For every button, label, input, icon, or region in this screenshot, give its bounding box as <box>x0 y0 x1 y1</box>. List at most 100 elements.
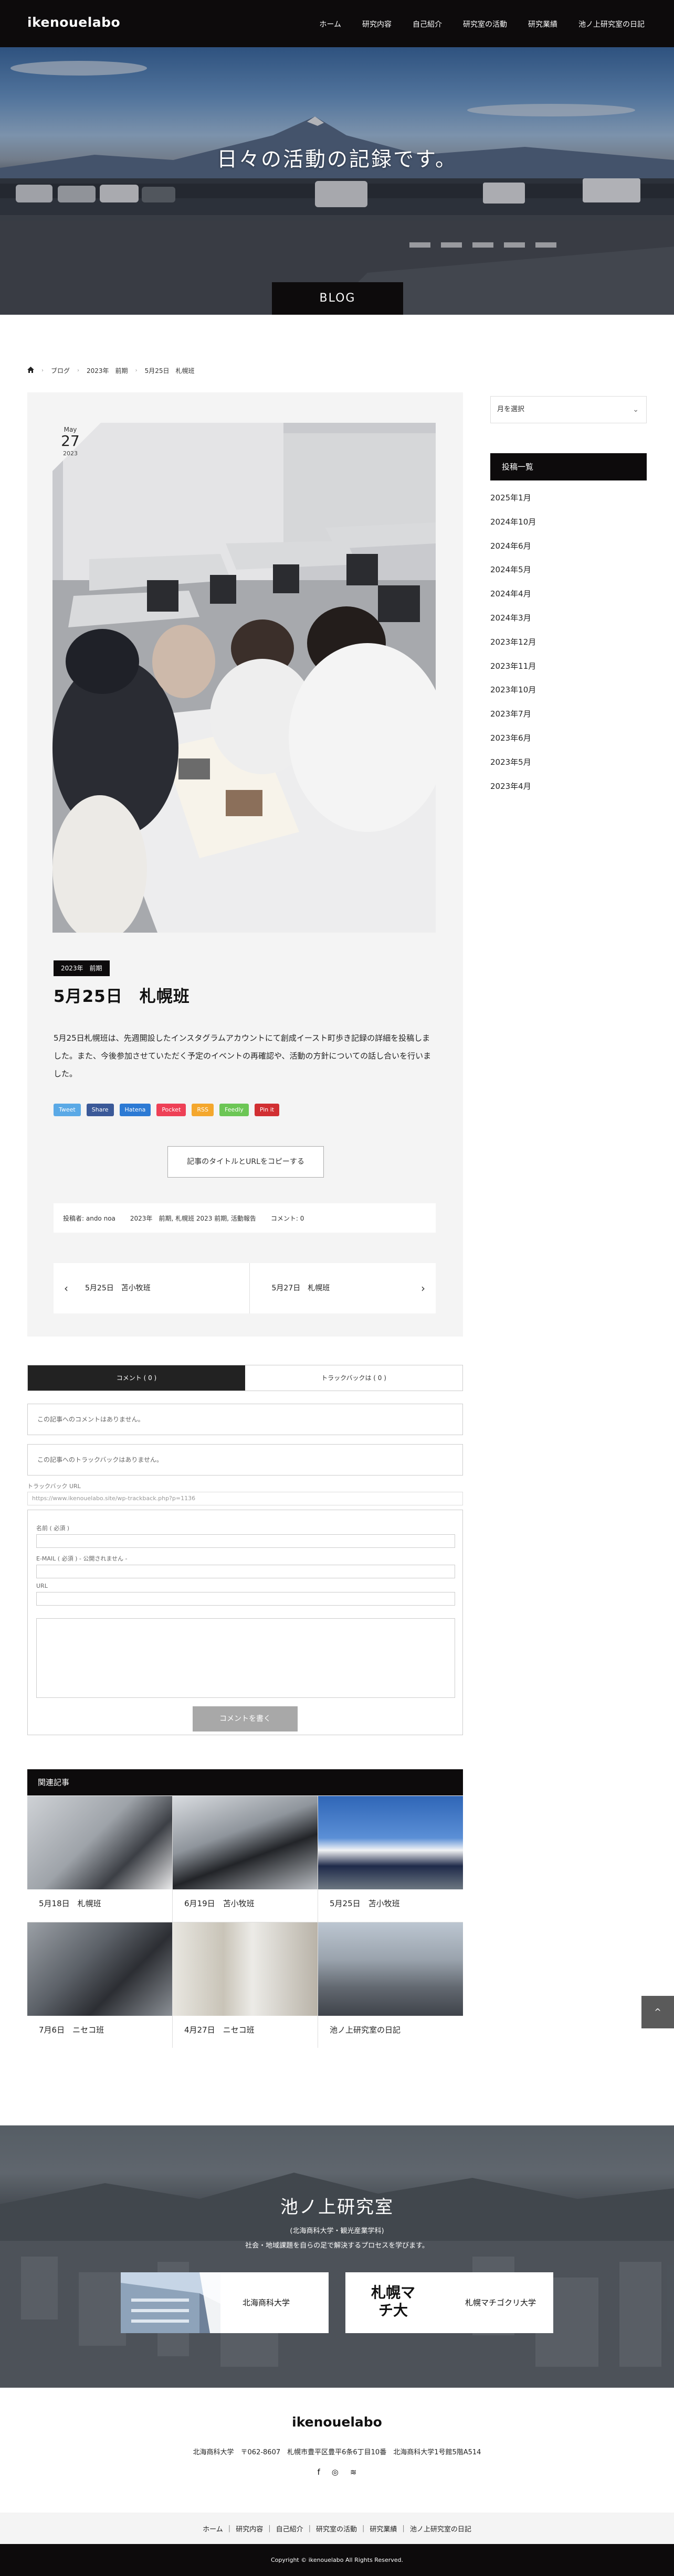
footer-nav-profile[interactable]: 自己紹介 <box>276 2524 303 2534</box>
hokkai-university-label: 北海商科大学 <box>243 2298 290 2307</box>
archive-item[interactable]: 2023年10月 <box>490 684 536 708</box>
breadcrumb-current: 5月25日 札幌班 <box>144 367 195 375</box>
hatena-button[interactable]: Hatena <box>119 1104 151 1116</box>
post-title: 5月25日 札幌班 <box>54 987 190 1006</box>
feedly-button[interactable]: Feedly <box>219 1104 249 1116</box>
tab-trackbacks[interactable]: トラックバックは ( 0 ) <box>245 1365 462 1391</box>
footer-nav-achievements[interactable]: 研究業績 <box>370 2524 397 2534</box>
machi-university-link[interactable]: 札幌マチ大 札幌マチゴクリ大学 <box>345 2272 553 2333</box>
related-post-card[interactable]: 5月18日 札幌班 <box>27 1796 172 1922</box>
archive-item[interactable]: 2024年5月 <box>490 564 536 588</box>
related-post-card[interactable]: 6月19日 苫小牧班 <box>173 1796 318 1922</box>
chevron-right-icon: › <box>41 368 44 373</box>
comment-textarea[interactable] <box>36 1618 455 1698</box>
footer-nav-diary[interactable]: 池ノ上研究室の日記 <box>410 2524 471 2534</box>
related-post-title: 4月27日 ニセコ班 <box>184 2025 255 2035</box>
page-top-button[interactable]: ^ <box>641 1996 674 2028</box>
site-header: ikenouelabo ホーム 研究内容 自己紹介 研究室の活動 研究業績 池ノ… <box>0 0 674 47</box>
post-featured-image <box>52 423 436 933</box>
email-label: E-MAIL ( 必須 ) - 公開されません - <box>36 1555 128 1562</box>
copyright: Copyright © ikenouelabo All Rights Reser… <box>0 2544 674 2576</box>
breadcrumb-category[interactable]: 2023年 前期 <box>87 366 128 375</box>
email-input[interactable] <box>36 1565 455 1578</box>
archive-item[interactable]: 2024年10月 <box>490 516 536 540</box>
post-date-day: 27 <box>61 432 80 450</box>
archive-item[interactable]: 2023年7月 <box>490 708 536 732</box>
url-label: URL <box>36 1583 48 1589</box>
nav-profile[interactable]: 自己紹介 <box>413 19 442 29</box>
related-post-card[interactable]: 7月6日 ニセコ班 <box>27 1922 172 2048</box>
prev-post-link[interactable]: ‹ 5月25日 苫小牧班 <box>54 1263 250 1313</box>
post-navigation: ‹ 5月25日 苫小牧班 5月27日 札幌班 › <box>54 1263 436 1313</box>
related-posts-heading: 関連記事 <box>27 1769 463 1795</box>
nav-diary[interactable]: 池ノ上研究室の日記 <box>578 19 645 29</box>
tab-comments[interactable]: コメント ( 0 ) <box>28 1365 245 1391</box>
post-category-badge[interactable]: 2023年 前期 <box>54 960 110 976</box>
nav-research[interactable]: 研究内容 <box>362 19 392 29</box>
footer-logo[interactable]: ikenouelabo <box>0 2414 674 2430</box>
archive-item[interactable]: 2023年6月 <box>490 732 536 756</box>
comment-tabs: コメント ( 0 ) トラックバックは ( 0 ) <box>27 1365 463 1391</box>
hero-banner: 日々の活動の記録です。 BLOG <box>0 47 674 315</box>
post-date-year: 2023 <box>63 450 78 457</box>
post-author[interactable]: 投稿者: ando noa <box>63 1214 115 1223</box>
footer-nav-activities[interactable]: 研究室の活動 <box>316 2524 357 2534</box>
nav-home[interactable]: ホーム <box>319 19 341 29</box>
comment-form: 名前 ( 必須 ) E-MAIL ( 必須 ) - 公開されません - URL … <box>27 1510 463 1735</box>
pinterest-button[interactable]: Pin it <box>254 1104 280 1116</box>
name-input[interactable] <box>36 1534 455 1548</box>
trackback-url-field[interactable]: https://www.ikenouelabo.site/wp-trackbac… <box>27 1492 463 1505</box>
lab-affiliation: (北海商科大学・観光産業学科) <box>290 2227 384 2235</box>
post-tags[interactable]: 2023年 前期, 札幌班 2023 前期, 活動報告 <box>130 1214 256 1223</box>
global-nav: ホーム 研究内容 自己紹介 研究室の活動 研究業績 池ノ上研究室の日記 <box>319 19 645 29</box>
next-post-link[interactable]: 5月27日 札幌班 › <box>250 1263 436 1313</box>
home-icon[interactable] <box>27 367 34 375</box>
archive-item[interactable]: 2023年5月 <box>490 756 536 781</box>
post-date-badge: May 27 2023 <box>52 423 101 471</box>
rss-icon[interactable]: ≋ <box>350 2467 357 2477</box>
related-post-card[interactable]: 5月25日 苫小牧班 <box>318 1796 463 1922</box>
facebook-share-button[interactable]: Share <box>86 1104 114 1116</box>
archive-item[interactable]: 2024年3月 <box>490 612 536 636</box>
related-post-title: 5月25日 苫小牧班 <box>330 1899 400 1908</box>
pocket-button[interactable]: Pocket <box>156 1104 186 1116</box>
footer-nav-home[interactable]: ホーム <box>203 2524 223 2534</box>
archive-item[interactable]: 2023年11月 <box>490 660 536 685</box>
archive-item[interactable]: 2023年4月 <box>490 781 536 805</box>
footer-address: 北海商科大学 〒062-8607 札幌市豊平区豊平6条6丁目10番 北海商科大学… <box>193 2449 481 2456</box>
nav-achievements[interactable]: 研究業績 <box>528 19 557 29</box>
archive-month-select[interactable]: 月を選択 ⌄ <box>490 396 647 423</box>
post-body: 5月25日札幌班は、先週開設したインスタグラムアカウントにて創成イースト町歩き記… <box>54 1033 431 1078</box>
related-post-card[interactable]: 池ノ上研究室の日記 <box>318 1922 463 2048</box>
copy-title-url-button[interactable]: 記事のタイトルとURLをコピーする <box>167 1146 324 1178</box>
nav-activities[interactable]: 研究室の活動 <box>463 19 507 29</box>
archive-item[interactable]: 2024年4月 <box>490 588 536 612</box>
related-post-title: 7月6日 ニセコ班 <box>39 2025 104 2035</box>
related-post-thumbnail <box>173 1922 318 2016</box>
breadcrumb: › ブログ › 2023年 前期 › 5月25日 札幌班 <box>27 366 194 375</box>
instagram-icon[interactable]: ◎ <box>332 2467 339 2477</box>
site-logo[interactable]: ikenouelabo <box>27 15 120 30</box>
university-building-image <box>121 2272 220 2333</box>
archive-item[interactable]: 2023年12月 <box>490 636 536 660</box>
blog-tab: BLOG <box>272 282 403 315</box>
trackback-url-label: トラックバック URL <box>27 1483 81 1490</box>
rss-button[interactable]: RSS <box>192 1104 214 1116</box>
footer-nav-research[interactable]: 研究内容 <box>236 2524 263 2534</box>
archive-list: 2025年1月 2024年10月 2024年6月 2024年5月 2024年4月… <box>490 492 536 804</box>
archive-item[interactable]: 2024年6月 <box>490 540 536 564</box>
chevron-left-icon: ‹ <box>64 1282 68 1295</box>
related-post-card[interactable]: 4月27日 ニセコ班 <box>173 1922 318 2048</box>
related-posts-grid: 5月18日 札幌班 6月19日 苫小牧班 5月25日 苫小牧班 7月6日 ニセコ… <box>27 1796 463 2048</box>
lab-banner: 池ノ上研究室 (北海商科大学・観光産業学科) 社会・地域課題を自らの足で解決する… <box>0 2125 674 2388</box>
chevron-right-icon: › <box>135 368 138 373</box>
facebook-icon[interactable]: f <box>318 2467 320 2477</box>
submit-comment-button[interactable]: コメントを書く <box>193 1706 298 1731</box>
sidebar-heading: 投稿一覧 <box>490 453 647 480</box>
tweet-button[interactable]: Tweet <box>54 1104 81 1116</box>
chevron-right-icon: › <box>421 1282 425 1295</box>
url-input[interactable] <box>36 1592 455 1606</box>
breadcrumb-blog[interactable]: ブログ <box>51 366 70 375</box>
hokkai-university-link[interactable]: 北海商科大学 <box>121 2272 329 2333</box>
archive-item[interactable]: 2025年1月 <box>490 492 536 516</box>
